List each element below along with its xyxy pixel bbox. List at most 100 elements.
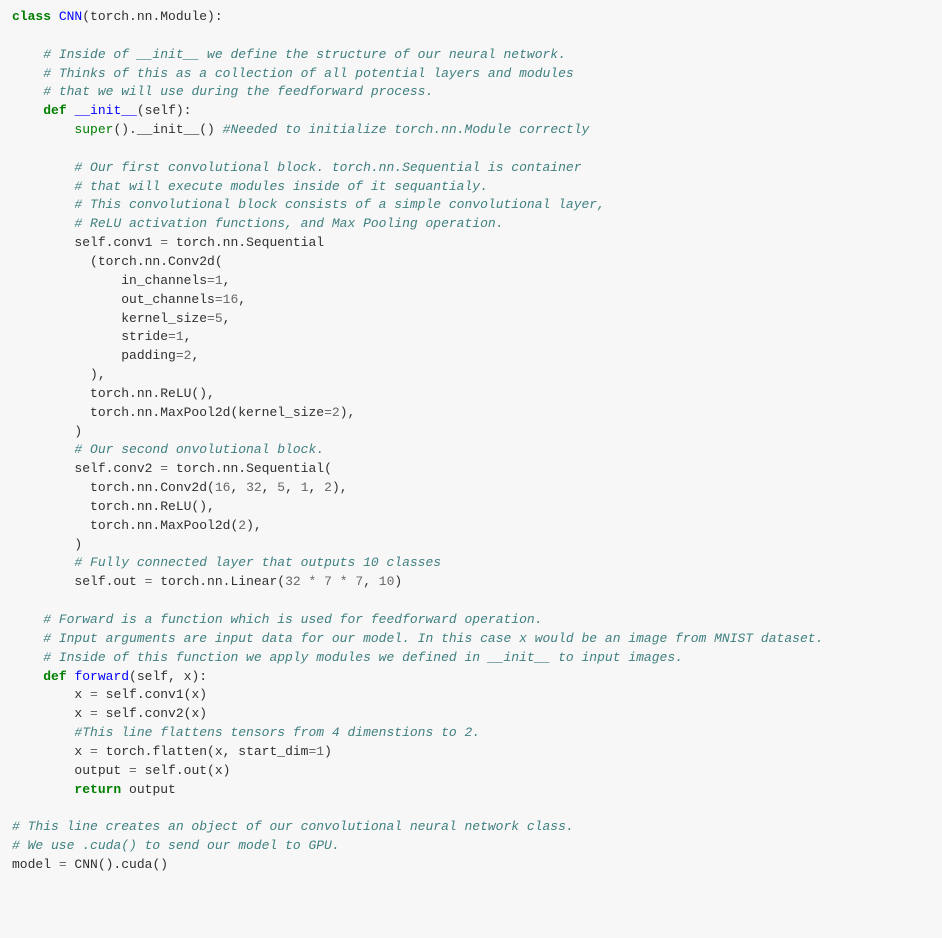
keyword-def: def [43, 669, 66, 684]
code-text: ) [74, 537, 82, 552]
number: 16 [215, 480, 231, 495]
code-text: (self): [137, 103, 192, 118]
number: 1 [301, 480, 309, 495]
code-text [316, 574, 324, 589]
code-text: ), [340, 405, 356, 420]
code-text: x [74, 744, 90, 759]
code-text: self.out(x) [137, 763, 231, 778]
keyword-def: def [43, 103, 66, 118]
code-text: ), [90, 367, 106, 382]
code-text: , [238, 292, 246, 307]
code-text: ().__init__() [113, 122, 214, 137]
comment: # We use .cuda() to send our model to GP… [12, 838, 340, 853]
operator: = [90, 706, 98, 721]
code-text: torch.nn.Sequential [168, 235, 324, 250]
code-text: (torch.nn.Conv2d( [90, 254, 223, 269]
param-name: in_channels [121, 273, 207, 288]
code-text: torch.nn.ReLU(), [90, 499, 215, 514]
code-text: , [223, 273, 231, 288]
number: 1 [316, 744, 324, 759]
code-text: self.conv2 [74, 461, 160, 476]
operator: = [160, 235, 168, 250]
code-text: torch.nn.Linear( [152, 574, 285, 589]
code-text: CNN().cuda() [67, 857, 168, 872]
code-text: ) [324, 744, 332, 759]
code-text: self.conv1(x) [98, 687, 207, 702]
comment: # that we will use during the feedforwar… [43, 84, 433, 99]
number: 10 [379, 574, 395, 589]
operator: * [340, 574, 348, 589]
number: 32 [285, 574, 301, 589]
param-name: stride [121, 329, 168, 344]
code-text: ), [246, 518, 262, 533]
code-text [332, 574, 340, 589]
code-text: , [285, 480, 301, 495]
number: 5 [215, 311, 223, 326]
function-name: __init__ [74, 103, 136, 118]
comment: # that will execute modules inside of it… [74, 179, 487, 194]
keyword-class: class [12, 9, 51, 24]
comment: # ReLU activation functions, and Max Poo… [74, 216, 503, 231]
code-text: x [74, 687, 90, 702]
comment: # Inside of this function we apply modul… [43, 650, 683, 665]
code-text [301, 574, 309, 589]
function-name: forward [74, 669, 129, 684]
comment: # Our first convolutional block. torch.n… [74, 160, 581, 175]
param-name: out_channels [121, 292, 215, 307]
operator: = [168, 329, 176, 344]
param-name: padding [121, 348, 176, 363]
comment: # Fully connected layer that outputs 10 … [74, 555, 441, 570]
code-text: output [74, 763, 129, 778]
number: 5 [277, 480, 285, 495]
code-text: , [223, 311, 231, 326]
code-text: self.conv2(x) [98, 706, 207, 721]
comment: # Input arguments are input data for our… [43, 631, 823, 646]
operator: = [324, 405, 332, 420]
number: 1 [215, 273, 223, 288]
operator: = [129, 763, 137, 778]
code-text: (torch.nn.Module): [82, 9, 222, 24]
builtin-super: super [74, 122, 113, 137]
code-text: ) [394, 574, 402, 589]
operator: = [59, 857, 67, 872]
keyword-return: return [74, 782, 121, 797]
code-text: , [230, 480, 246, 495]
number: 16 [223, 292, 239, 307]
operator: = [160, 461, 168, 476]
comment: # Thinks of this as a collection of all … [43, 66, 574, 81]
code-text: , [184, 329, 192, 344]
number: 1 [176, 329, 184, 344]
code-text: self.out [74, 574, 144, 589]
comment: # Forward is a function which is used fo… [43, 612, 542, 627]
code-text: x [74, 706, 90, 721]
code-text: , [191, 348, 199, 363]
number: 2 [238, 518, 246, 533]
comment: #Needed to initialize torch.nn.Module co… [223, 122, 590, 137]
code-block: class CNN(torch.nn.Module): # Inside of … [12, 8, 930, 875]
code-text: model [12, 857, 59, 872]
comment: # This convolutional block consists of a… [74, 197, 605, 212]
code-text: , [309, 480, 325, 495]
number: 7 [324, 574, 332, 589]
code-text: ), [332, 480, 348, 495]
operator: = [207, 311, 215, 326]
code-text: , [363, 574, 379, 589]
code-text: ) [74, 424, 82, 439]
comment: # Inside of __init__ we define the struc… [43, 47, 566, 62]
comment: # Our second onvolutional block. [74, 442, 324, 457]
operator: = [207, 273, 215, 288]
comment: #This line flattens tensors from 4 dimen… [74, 725, 480, 740]
code-text: torch.nn.MaxPool2d(kernel_size [90, 405, 324, 420]
code-text: torch.nn.Sequential( [168, 461, 332, 476]
code-text: torch.nn.MaxPool2d( [90, 518, 238, 533]
param-name: kernel_size [121, 311, 207, 326]
operator: = [90, 687, 98, 702]
comment: # This line creates an object of our con… [12, 819, 574, 834]
operator: = [215, 292, 223, 307]
code-text: torch.nn.Conv2d( [90, 480, 215, 495]
code-text: torch.flatten(x, start_dim [98, 744, 309, 759]
code-text: (self, x): [129, 669, 207, 684]
operator: = [176, 348, 184, 363]
operator: = [90, 744, 98, 759]
code-text: , [262, 480, 278, 495]
